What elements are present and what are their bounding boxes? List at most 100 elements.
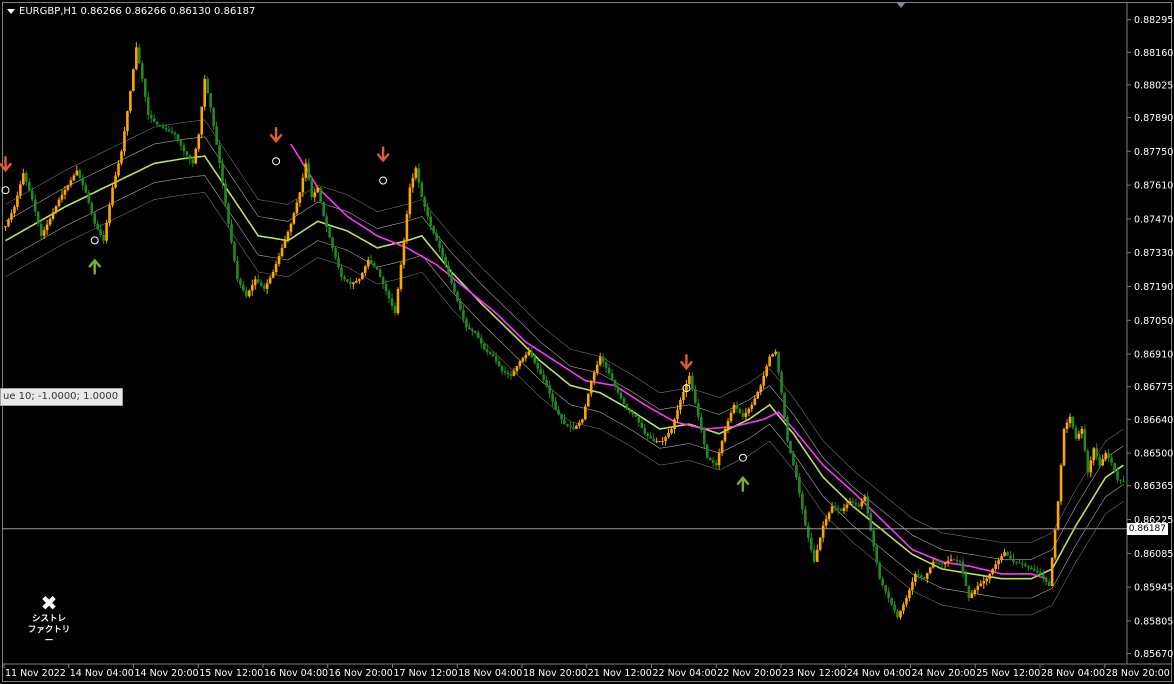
- candle-body: [36, 211, 40, 224]
- indicator-tooltip: ue 10; -1.0000; 1.0000: [0, 388, 124, 406]
- price-tick-label: 0.85670: [1134, 649, 1173, 660]
- candle-body: [878, 562, 881, 579]
- candle-body: [572, 427, 575, 429]
- candle-body: [584, 406, 587, 420]
- candle-body: [801, 493, 804, 510]
- candle-body: [890, 598, 893, 605]
- candle-body: [1056, 501, 1060, 530]
- candle-body: [575, 425, 578, 429]
- candle-body: [123, 131, 126, 152]
- candle-body: [87, 192, 91, 203]
- candle-body: [1027, 565, 1030, 568]
- candle-body: [494, 356, 498, 362]
- candle-body: [1092, 448, 1096, 461]
- current-price-tag: 0.86187: [1126, 522, 1168, 535]
- candle-body: [586, 393, 590, 407]
- candle-body: [72, 175, 76, 181]
- candle-body: [221, 163, 224, 184]
- candle-body: [688, 375, 691, 384]
- candle-body: [13, 206, 16, 214]
- candle-body: [905, 598, 908, 605]
- candle-body: [658, 441, 661, 443]
- candle-body: [349, 281, 352, 285]
- candle-body: [691, 375, 694, 390]
- candle-body: [432, 226, 435, 234]
- candle-body: [1095, 448, 1099, 457]
- candle-body: [218, 144, 221, 164]
- candle-body: [554, 401, 557, 410]
- candle-body: [860, 501, 864, 507]
- candle-body: [1018, 562, 1021, 564]
- candles: [4, 42, 1125, 620]
- candle-body: [818, 537, 822, 550]
- candle-body: [827, 512, 831, 520]
- candle-body: [161, 126, 165, 128]
- candle-body: [625, 404, 629, 410]
- candle-body: [851, 501, 855, 504]
- systre-factory-logo: ✖ シストレ ファクトリー: [24, 592, 74, 647]
- chart-shift-icon[interactable]: [896, 2, 906, 8]
- signal-marker-icon: [379, 176, 388, 185]
- candle-body: [985, 578, 989, 582]
- time-tick-label: 28 Nov 04:00: [1041, 668, 1105, 679]
- candle-body: [1086, 450, 1090, 473]
- candle-body: [753, 398, 757, 405]
- candle-body: [1116, 471, 1119, 480]
- sell-arrow-icon: [376, 146, 390, 163]
- candle-body: [1071, 416, 1075, 428]
- candle-body: [598, 356, 602, 365]
- band-line: [5, 136, 1124, 560]
- candle-body: [22, 173, 25, 185]
- candle-body: [289, 223, 293, 232]
- candle-body: [366, 259, 370, 267]
- candle-body: [239, 279, 242, 285]
- candle-body: [1000, 556, 1003, 561]
- candle-body: [512, 371, 516, 376]
- candle-body: [1050, 557, 1054, 586]
- collapse-triangle-icon[interactable]: [7, 8, 15, 14]
- candle-body: [604, 362, 608, 368]
- candle-body: [893, 604, 896, 611]
- candle-body: [25, 173, 28, 182]
- price-chart[interactable]: 0.88295 0.88160 0.88025 0.87890 0.87750 0.876…: [0, 0, 1174, 684]
- candle-body: [1006, 552, 1009, 556]
- candle-body: [809, 537, 813, 550]
- time-tick-label: 14 Nov 04:00: [70, 668, 134, 679]
- candle-body: [361, 272, 364, 280]
- candle-body: [146, 96, 150, 116]
- candle-body: [1068, 416, 1072, 423]
- candle-body: [33, 199, 37, 212]
- candle-body: [1074, 427, 1078, 439]
- candle-body: [747, 408, 751, 413]
- candle-body: [423, 197, 427, 207]
- candle-body: [337, 257, 340, 268]
- candle-body: [699, 416, 703, 431]
- candle-body: [491, 354, 495, 357]
- time-tick-label: 21 Nov 12:00: [588, 668, 652, 679]
- candle-body: [563, 419, 566, 425]
- price-tick-label: 0.86500: [1134, 449, 1173, 460]
- candle-body: [589, 380, 593, 394]
- candle-body: [920, 575, 923, 578]
- candle-body: [940, 563, 944, 565]
- candle-body: [358, 279, 361, 281]
- candle-body: [224, 183, 227, 204]
- price-tick-label: 0.87890: [1134, 113, 1173, 124]
- candle-body: [230, 223, 233, 243]
- time-tick-label: 24 Nov 20:00: [912, 668, 976, 679]
- candle-body: [84, 185, 88, 193]
- candle-body: [468, 327, 471, 330]
- candle-body: [863, 496, 867, 502]
- candle-body: [185, 151, 189, 156]
- candle-body: [729, 412, 733, 421]
- candle-body: [316, 187, 320, 193]
- candle-body: [887, 591, 890, 599]
- candle-body: [129, 90, 132, 112]
- candle-body: [518, 361, 522, 367]
- candle-body: [914, 573, 917, 582]
- price-tick-label: 0.86365: [1134, 481, 1173, 492]
- candle-body: [934, 561, 938, 563]
- candle-body: [655, 441, 658, 443]
- candle-body: [194, 148, 198, 164]
- band-line: [5, 175, 1124, 599]
